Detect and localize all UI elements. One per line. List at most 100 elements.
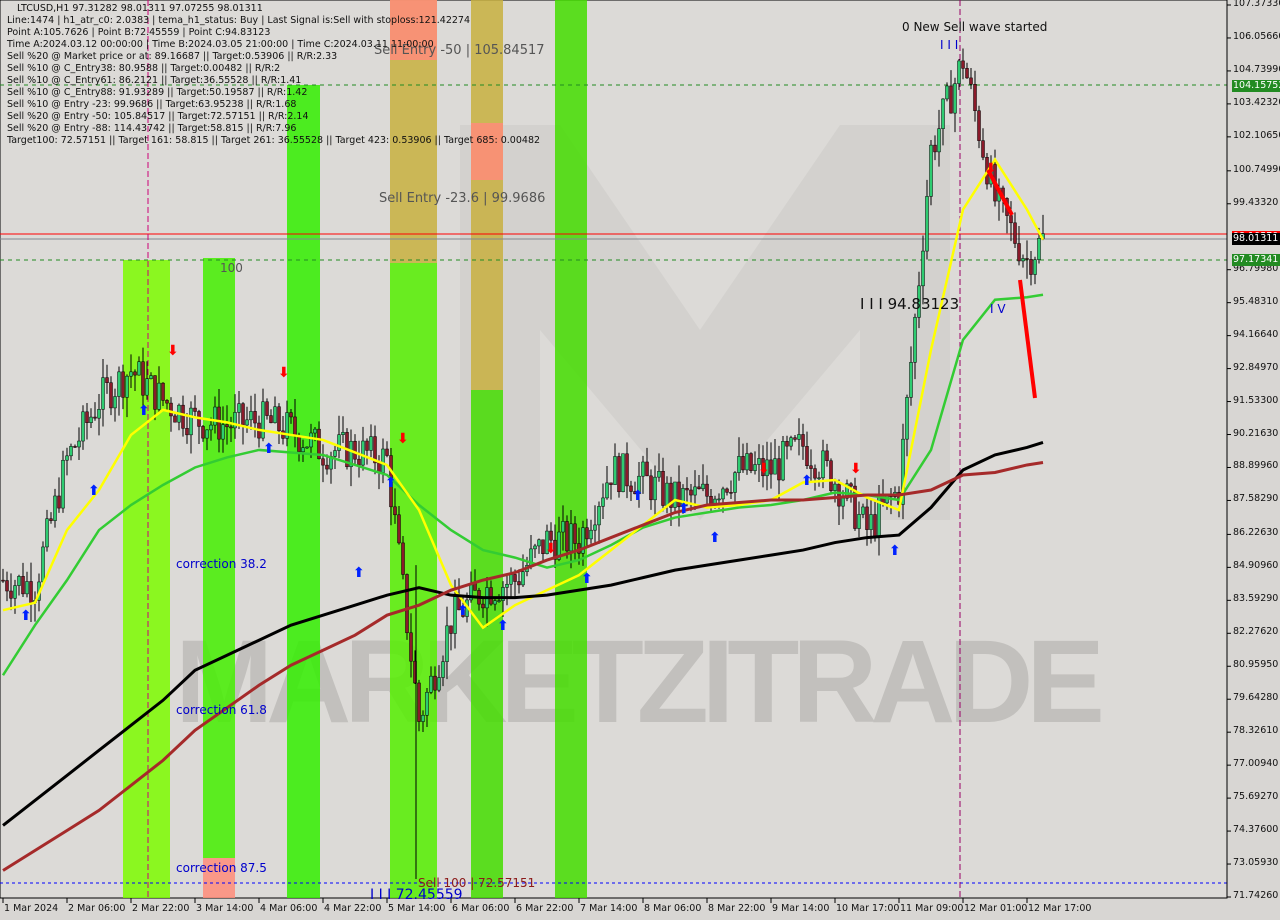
sell-entry-236-label: Sell Entry -23.6 | 99.9686 <box>379 191 546 206</box>
y-tick-label: 99.43320 <box>1233 196 1279 208</box>
candle-body <box>693 486 697 496</box>
sell-arrow-icon: ⬇ <box>397 431 409 447</box>
candle-body <box>421 714 425 722</box>
candle-body <box>209 424 213 431</box>
candle-body <box>29 581 33 603</box>
x-tick-label: 12 Mar 17:00 <box>1028 903 1092 914</box>
candle-body <box>365 440 369 451</box>
candle-body <box>189 407 193 436</box>
candle-body <box>229 426 233 429</box>
candle-body <box>793 437 797 440</box>
sell-arrow-icon: ⬇ <box>985 161 997 177</box>
buy-arrow-icon: ⬆ <box>497 618 509 634</box>
signal-zone <box>390 263 437 898</box>
candle-body <box>521 571 525 586</box>
candle-body <box>965 68 969 79</box>
candle-body <box>969 77 973 85</box>
signal-zone <box>123 260 170 898</box>
level-100-label: 100 <box>220 261 243 275</box>
candle-body <box>605 482 609 499</box>
y-tick-label: 84.90960 <box>1233 560 1279 572</box>
y-tick-label: 100.74990 <box>1233 163 1280 175</box>
y-tick-label: 80.95950 <box>1233 659 1279 671</box>
info-line: Sell %20 @ Entry -50: 105.84517 || Targe… <box>7 111 309 122</box>
candle-body <box>941 98 945 129</box>
candle-body <box>1 579 5 582</box>
candle-body <box>801 434 805 447</box>
candle-body <box>537 539 541 547</box>
buy-arrow-icon: ⬆ <box>20 608 32 624</box>
candle-body <box>333 450 337 457</box>
candle-body <box>785 441 789 447</box>
candle-body <box>945 85 949 100</box>
candle-body <box>437 677 441 691</box>
candle-body <box>293 416 297 437</box>
buy-arrow-icon: ⬆ <box>581 571 593 587</box>
candle-body <box>565 521 569 552</box>
candle-body <box>593 524 597 531</box>
y-tick-label: 82.27620 <box>1233 626 1279 638</box>
candle-body <box>253 411 257 424</box>
buy-arrow-icon: ⬆ <box>457 603 469 619</box>
candle-body <box>769 459 773 475</box>
candle-body <box>1029 259 1033 275</box>
y-tick-label: 83.59290 <box>1233 593 1279 605</box>
candle-body <box>869 514 873 530</box>
info-line: Sell %10 @ C_Entry61: 86.2121 || Target:… <box>7 75 302 86</box>
candle-body <box>301 447 305 453</box>
candle-body <box>201 426 205 439</box>
candle-body <box>277 406 281 432</box>
candle-body <box>929 144 933 197</box>
candle-body <box>1025 258 1029 260</box>
candle-body <box>777 458 781 481</box>
candle-body <box>833 483 837 491</box>
candle-body <box>657 471 661 478</box>
candle-body <box>381 448 385 473</box>
candle-body <box>513 574 517 582</box>
x-tick-label: 7 Mar 14:00 <box>580 903 638 914</box>
candle-body <box>169 402 173 417</box>
candle-body <box>45 518 49 548</box>
candle-body <box>613 456 617 485</box>
candle-body <box>245 419 249 426</box>
signal-zone <box>287 85 320 898</box>
y-tick-label: 103.42320 <box>1233 96 1280 108</box>
candle-body <box>429 675 433 693</box>
price-tag: 104.15752 <box>1232 79 1280 92</box>
candle-body <box>125 375 129 398</box>
candle-body <box>925 196 929 252</box>
candle-body <box>445 625 449 662</box>
candle-body <box>1021 258 1025 262</box>
candle-body <box>625 453 629 487</box>
candle-body <box>797 434 801 440</box>
candle-body <box>337 434 341 451</box>
candle-body <box>781 441 785 481</box>
candle-body <box>157 382 161 410</box>
candle-body <box>53 495 57 521</box>
candle-body <box>101 377 105 410</box>
candle-body <box>653 476 657 501</box>
candle-body <box>589 529 593 540</box>
x-tick-label: 8 Mar 22:00 <box>708 903 766 914</box>
x-tick-label: 6 Mar 22:00 <box>516 903 574 914</box>
candle-body <box>737 456 741 473</box>
candle-body <box>645 461 649 477</box>
candle-body <box>665 482 669 506</box>
candle-body <box>641 461 645 477</box>
candle-body <box>397 514 401 544</box>
candle-body <box>193 407 197 412</box>
buy-arrow-icon: ⬆ <box>263 441 275 457</box>
wave-iv-label: I V <box>990 302 1006 316</box>
x-tick-label: 6 Mar 06:00 <box>452 903 510 914</box>
x-tick-label: 1 Mar 2024 <box>4 903 59 914</box>
candle-body <box>809 465 813 469</box>
x-tick-label: 4 Mar 06:00 <box>260 903 318 914</box>
candle-body <box>313 428 317 434</box>
candle-body <box>857 514 861 529</box>
candle-body <box>549 530 553 541</box>
candle-body <box>741 456 745 471</box>
candle-body <box>1033 259 1037 275</box>
candle-body <box>433 675 437 691</box>
y-tick-label: 74.37600 <box>1233 824 1279 836</box>
candle-body <box>81 411 85 442</box>
